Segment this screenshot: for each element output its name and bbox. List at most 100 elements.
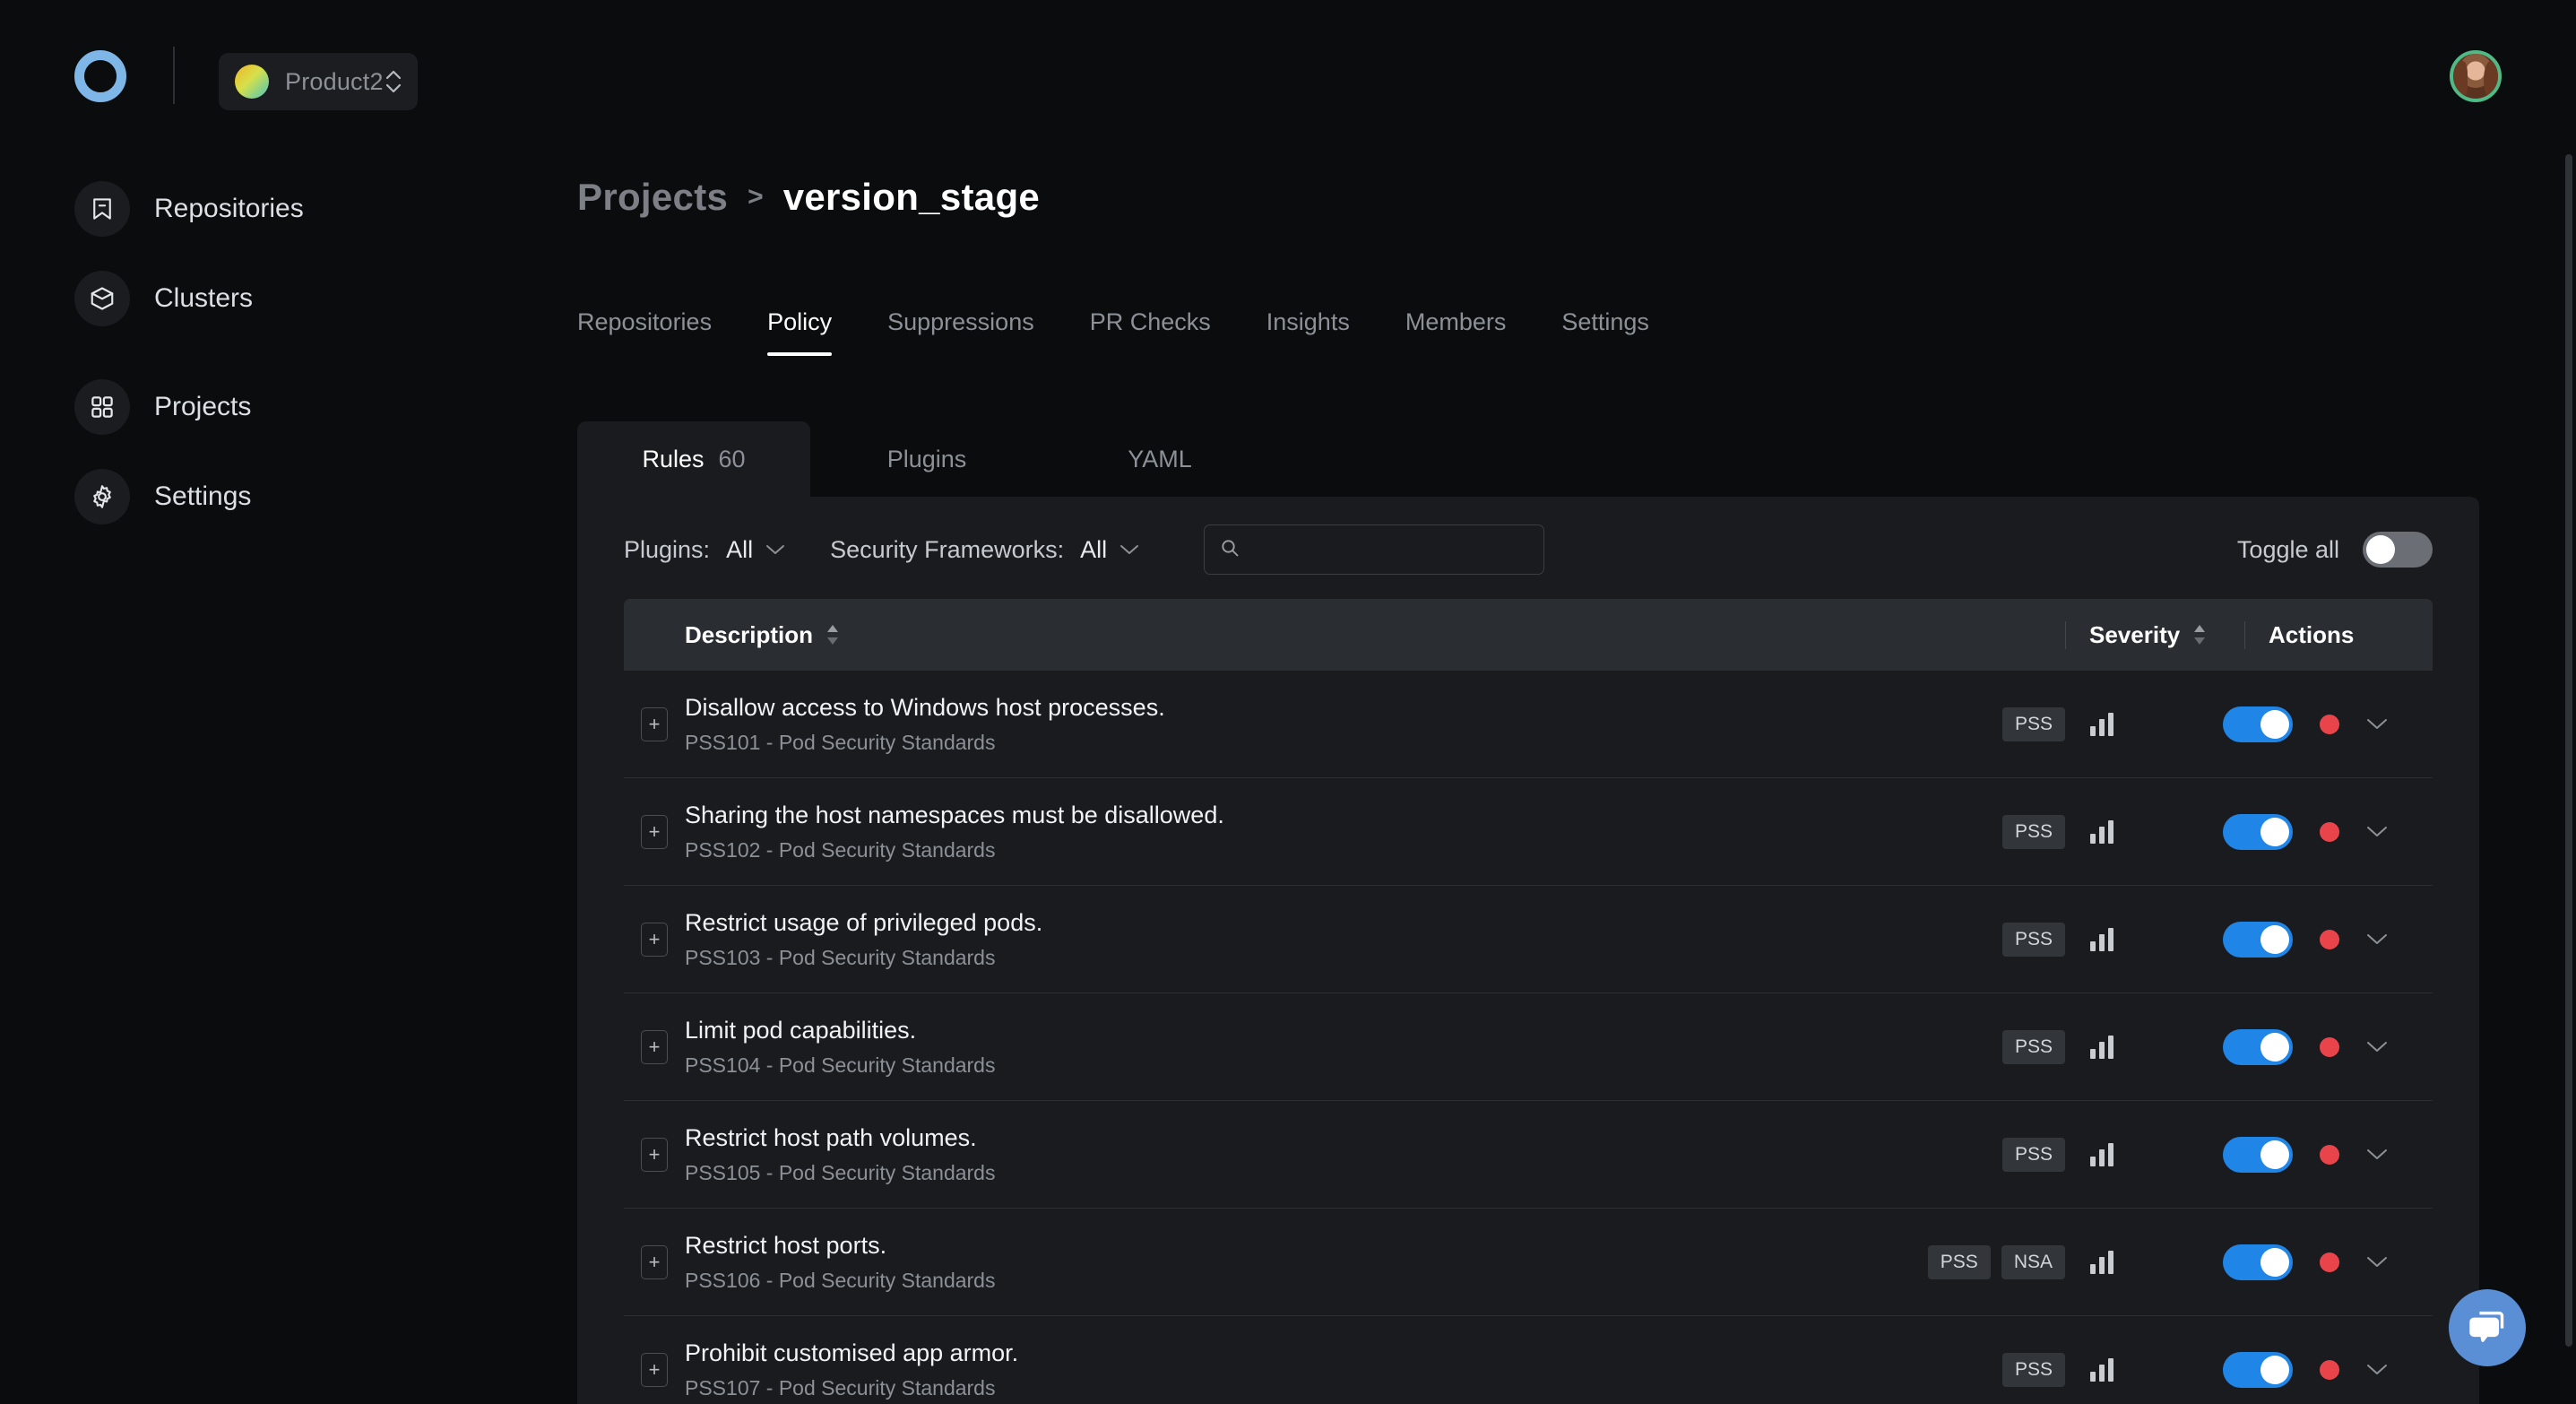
sidebar-item-clusters[interactable]: Clusters [0, 269, 574, 328]
rule-subtitle: PSS107 - Pod Security Standards [685, 1375, 996, 1400]
breadcrumb-root[interactable]: Projects [577, 176, 728, 219]
expand-row-button[interactable]: + [641, 1352, 668, 1387]
tab-settings[interactable]: Settings [1561, 308, 1649, 356]
framework-badge: PSS [2001, 1352, 2065, 1387]
search-box[interactable] [1204, 524, 1545, 575]
bookmark-minus-icon [74, 181, 130, 237]
rule-enabled-switch[interactable] [2223, 1028, 2293, 1065]
search-input[interactable] [1251, 537, 1521, 562]
expand-row-button[interactable]: + [641, 814, 668, 849]
product-color-dot [235, 65, 269, 99]
plugins-filter-label: Plugins: [624, 535, 711, 563]
expand-row-button[interactable]: + [641, 706, 668, 741]
severity-status-dot[interactable] [2320, 1036, 2339, 1057]
subtab-rules-label: Rules [642, 445, 705, 472]
subtab-rules[interactable]: Rules 60 [577, 421, 810, 497]
rule-enabled-switch[interactable] [2223, 1351, 2293, 1388]
rule-title: Disallow access to Windows host processe… [685, 694, 1165, 722]
vertical-scrollbar[interactable] [2565, 154, 2572, 1347]
rule-enabled-switch[interactable] [2223, 921, 2293, 958]
sidebar-item-projects[interactable]: Projects [0, 377, 574, 437]
gear-icon [74, 469, 130, 524]
chevron-down-icon[interactable] [2366, 1363, 2388, 1376]
chat-widget-button[interactable] [2449, 1289, 2526, 1366]
severity-bars-icon [2090, 1035, 2114, 1059]
app-logo[interactable] [74, 50, 126, 102]
product-switcher[interactable]: Product2 [219, 53, 418, 110]
security-frameworks-filter[interactable]: Security Frameworks: All [830, 536, 1139, 564]
framework-badges: PSS [1859, 1352, 2065, 1387]
chevron-down-icon[interactable] [2366, 932, 2388, 946]
product-switcher-label: Product2 [285, 67, 384, 95]
severity-status-dot[interactable] [2320, 1144, 2339, 1165]
severity-status-dot[interactable] [2320, 1359, 2339, 1380]
chevron-down-icon[interactable] [2366, 1040, 2388, 1053]
column-header-severity[interactable]: Severity [2065, 620, 2244, 649]
rule-subtitle: PSS105 - Pod Security Standards [685, 1160, 996, 1184]
severity-cell [2065, 1250, 2164, 1274]
tab-repositories[interactable]: Repositories [577, 308, 712, 356]
chevron-down-icon[interactable] [2366, 717, 2388, 731]
column-header-actions-label: Actions [2269, 620, 2355, 648]
rule-title: Restrict usage of privileged pods. [685, 909, 1043, 937]
table-row: + Restrict host path volumes. PSS105 - Pod… [624, 1101, 2433, 1209]
rule-enabled-switch[interactable] [2223, 706, 2293, 742]
rules-panel-body: Plugins: All Security Frameworks: All To… [577, 497, 2479, 1404]
severity-status-dot[interactable] [2320, 1252, 2339, 1272]
expand-row-button[interactable]: + [641, 1029, 668, 1064]
rule-description-cell: Restrict usage of privileged pods. PSS103… [685, 908, 1859, 970]
chevron-down-icon[interactable] [2366, 825, 2388, 838]
rule-enabled-switch[interactable] [2223, 1244, 2293, 1280]
severity-bars-icon [2090, 819, 2114, 844]
table-body: + Disallow access to Windows host process… [624, 671, 2433, 1404]
expand-cell: + [624, 922, 685, 957]
sidebar-item-label: Settings [154, 481, 252, 511]
tab-insights[interactable]: Insights [1266, 308, 1350, 356]
subtab-plugins[interactable]: Plugins [810, 421, 1043, 497]
column-header-description[interactable]: Description [685, 621, 2065, 649]
app-root: Product2 Repositories Clusters Projects … [0, 0, 2576, 1404]
rule-title: Limit pod capabilities. [685, 1017, 917, 1044]
tab-pr-checks[interactable]: PR Checks [1090, 308, 1211, 356]
severity-status-dot[interactable] [2320, 929, 2339, 949]
expand-cell: + [624, 1244, 685, 1279]
policy-panel: Rules 60 Plugins YAML Plugins: All Secur… [577, 421, 2479, 1404]
sidebar-item-settings[interactable]: Settings [0, 467, 574, 526]
plugins-filter[interactable]: Plugins: All [624, 536, 785, 564]
tab-policy[interactable]: Policy [767, 308, 833, 356]
chevron-down-icon[interactable] [2366, 1148, 2388, 1161]
toggle-all-control[interactable]: Toggle all [2237, 532, 2433, 568]
rule-description-cell: Disallow access to Windows host processe… [685, 693, 1859, 755]
rule-subtitle: PSS106 - Pod Security Standards [685, 1268, 996, 1292]
toggle-all-switch[interactable] [2363, 532, 2433, 568]
sidebar-item-repositories[interactable]: Repositories [0, 179, 574, 238]
chevron-down-icon[interactable] [2366, 1255, 2388, 1269]
rule-description-cell: Limit pod capabilities. PSS104 - Pod Secu… [685, 1016, 1859, 1078]
expand-row-button[interactable]: + [641, 922, 668, 957]
severity-cell [2065, 819, 2164, 844]
severity-bars-icon [2090, 1250, 2114, 1274]
framework-badges: PSS [1859, 814, 2065, 849]
switch-knob [2260, 709, 2289, 739]
rule-enabled-switch[interactable] [2223, 813, 2293, 850]
rule-subtitle: PSS104 - Pod Security Standards [685, 1053, 996, 1077]
breadcrumb-separator: > [748, 182, 764, 212]
chevron-up-down-icon [384, 66, 403, 97]
actions-cell [2164, 1136, 2433, 1173]
expand-row-button[interactable]: + [641, 1137, 668, 1172]
severity-bars-icon [2090, 712, 2114, 736]
framework-badge: PSS [2001, 814, 2065, 849]
switch-knob [2260, 817, 2289, 846]
chevron-down-icon [1119, 543, 1139, 556]
sidebar: Repositories Clusters Projects Settings [0, 179, 574, 557]
tab-members[interactable]: Members [1405, 308, 1507, 356]
severity-status-dot[interactable] [2320, 714, 2339, 734]
rule-subtitle: PSS101 - Pod Security Standards [685, 730, 996, 754]
tab-suppressions[interactable]: Suppressions [887, 308, 1034, 356]
expand-row-button[interactable]: + [641, 1244, 668, 1279]
subtab-yaml[interactable]: YAML [1043, 421, 1276, 497]
severity-status-dot[interactable] [2320, 821, 2339, 842]
chat-bubbles-icon [2467, 1305, 2508, 1351]
switch-knob [2366, 535, 2395, 564]
rule-enabled-switch[interactable] [2223, 1136, 2293, 1173]
